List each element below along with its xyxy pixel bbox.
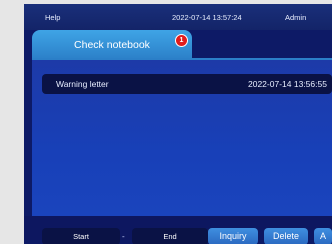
tab-check-notebook[interactable]: Check notebook bbox=[32, 30, 192, 60]
list-item-time: 2022-07-14 13:56:55 bbox=[248, 79, 327, 89]
list-item-title: Warning letter bbox=[56, 79, 109, 89]
user-label[interactable]: Admin bbox=[285, 13, 306, 22]
notification-badge: 1 bbox=[175, 34, 188, 47]
delete-button[interactable]: Delete bbox=[264, 228, 308, 244]
current-datetime: 2022-07-14 13:57:24 bbox=[172, 13, 242, 22]
notebook-list: Warning letter 2022-07-14 13:56:55 bbox=[32, 58, 332, 216]
start-date-field[interactable]: Start bbox=[42, 228, 120, 244]
list-item[interactable]: Warning letter 2022-07-14 13:56:55 bbox=[42, 74, 332, 94]
help-link[interactable]: Help bbox=[45, 13, 60, 22]
truncated-button[interactable]: A bbox=[314, 228, 332, 244]
status-bar: Help 2022-07-14 13:57:24 Admin bbox=[24, 4, 332, 30]
inquiry-button[interactable]: Inquiry bbox=[208, 228, 258, 244]
range-separator: - bbox=[122, 232, 125, 241]
end-date-field[interactable]: End bbox=[132, 228, 208, 244]
